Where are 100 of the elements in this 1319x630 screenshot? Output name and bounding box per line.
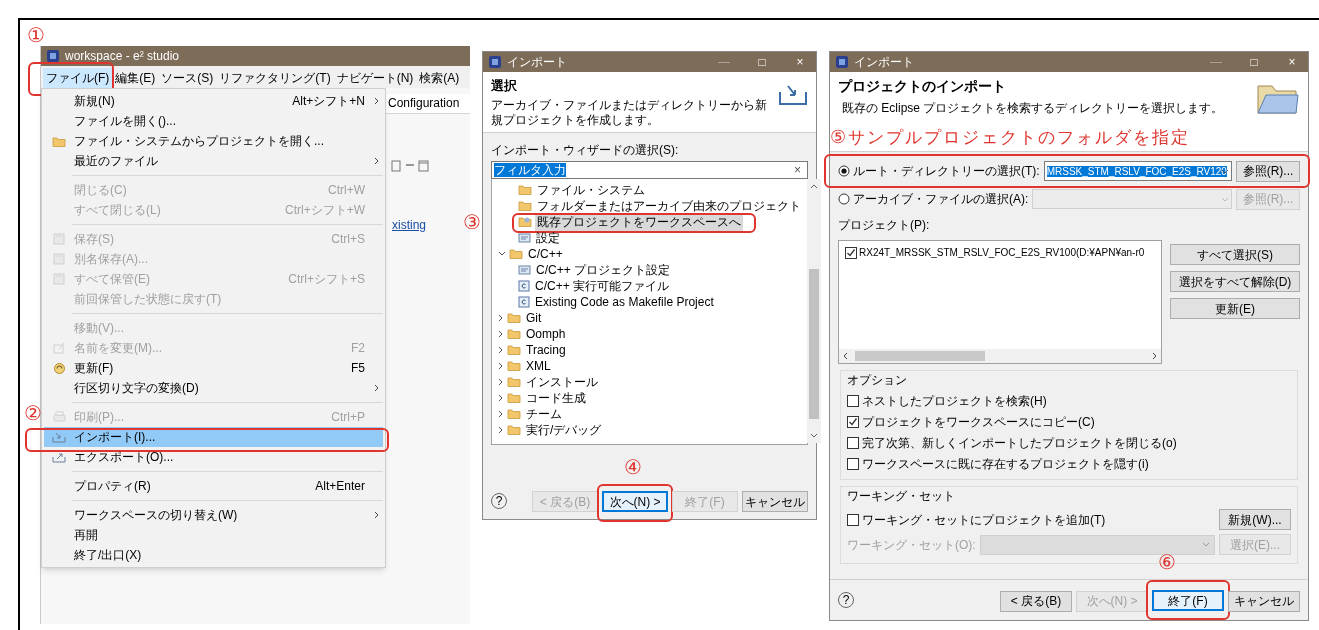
folder-icon [509, 248, 523, 259]
radio-button[interactable]: ルート・ディレクトリーの選択(T): [838, 162, 1040, 180]
tree-item[interactable]: C/C++ プロジェクト設定 [534, 260, 672, 279]
close-button[interactable]: × [1276, 52, 1308, 72]
combo-box[interactable]: MRSSK_STM_RSLV_FOC_E2S_RV120 [1043, 161, 1232, 181]
settings-icon [518, 232, 531, 243]
combo-box[interactable] [979, 534, 1215, 555]
tree-item[interactable]: C/C++ 実行可能ファイル [533, 276, 671, 295]
dialog-heading: 選択 [491, 77, 518, 95]
dialog-button[interactable]: < 戻る(B) [1000, 590, 1072, 612]
menu-bar-item[interactable]: ソース(S) [158, 68, 217, 88]
menu-item[interactable]: 行区切り文字の変換(D) [44, 378, 383, 398]
clear-button[interactable]: × [790, 160, 805, 179]
folder-icon [507, 408, 521, 419]
menu-item[interactable]: 終了/出口(X) [44, 545, 383, 565]
dialog-description: 既存の Eclipse プロジェクトを検索するディレクトリーを選択します。 [841, 100, 1224, 117]
menu-item[interactable]: ワークスペースの切り替え(W) [44, 505, 383, 525]
dialog-button[interactable]: キャンセル [742, 491, 808, 512]
tree-item[interactable]: ファイル・システム [535, 180, 647, 199]
folder-icon [52, 135, 66, 147]
maximize-button[interactable]: □ [1238, 52, 1270, 72]
dialog-description: アーカイブ・ファイルまたはディレクトリーから新規プロジェクトを作成します。 [491, 97, 768, 128]
field-label: ワーキング・セット(O): [847, 536, 976, 554]
shortcut-label: Ctrl+W [328, 182, 366, 199]
folder-icon [518, 200, 532, 211]
c-file-icon [518, 279, 530, 292]
shortcut-label: F5 [351, 360, 366, 377]
dialog-button[interactable]: 終了(F) [1152, 590, 1224, 611]
menu-item[interactable]: 新規(N) Alt+シフト+N [44, 91, 383, 111]
dialog-heading: プロジェクトのインポート [838, 77, 1006, 96]
tree-item[interactable]: XML [524, 356, 553, 375]
project-item[interactable]: RX24T_MRSSK_STM_RSLV_FOC_E2S_RV100(D:¥APN¥an-r0 [845, 245, 1145, 260]
field-label: インポート・ウィザードの選択(S): [491, 141, 679, 159]
tree-item[interactable]: 設定 [534, 228, 562, 247]
app-icon [47, 50, 59, 62]
tree-item[interactable]: Oomph [524, 324, 568, 343]
tree-item[interactable]: チーム [524, 404, 564, 423]
dialog-button[interactable]: キャンセル [1228, 590, 1300, 612]
window-title: インポート [854, 54, 915, 71]
filter-field[interactable]: フィルタ入力 × [491, 160, 808, 179]
app-icon [836, 56, 848, 68]
menu-item[interactable]: エクスポート(O)... [44, 447, 383, 467]
tree-item[interactable]: Existing Code as Makefile Project [533, 292, 716, 311]
shortcut-label: Ctrl+S [331, 231, 366, 248]
group-title: オプション [847, 372, 907, 389]
folder-icon [507, 376, 521, 387]
menu-item[interactable]: ファイル・システムからプロジェクトを開く... [44, 131, 383, 151]
dropdown-caret-icon [1221, 196, 1229, 202]
checkbox-option[interactable]: 完了次第、新しくインポートしたプロジェクトを閉じる(o) [847, 434, 1177, 452]
dropdown-caret-icon [1221, 168, 1229, 174]
checkbox-option[interactable]: ワークスペースに既に存在するプロジェクトを隠す(i) [847, 455, 1149, 473]
tree-item[interactable]: 実行/デバッグ [524, 420, 604, 439]
window-title: workspace - e² studio [65, 48, 181, 65]
tree-item[interactable]: フォルダーまたはアーカイブ由来のプロジェクト [535, 196, 803, 215]
tree-item[interactable]: C/C++ [526, 244, 565, 263]
folder-icon [518, 184, 532, 195]
dialog-button[interactable]: 参照(R)... [1236, 160, 1300, 182]
import-icon [52, 431, 66, 443]
dialog-button[interactable]: 次へ(N) > [602, 490, 668, 512]
menu-bar-item[interactable]: 検索(A) [416, 68, 463, 88]
refresh-icon [52, 361, 66, 375]
folder-icon [507, 344, 521, 355]
dialog-button[interactable]: 更新(E) [1170, 298, 1300, 319]
menu-item[interactable]: 更新(F) F5 [44, 358, 383, 378]
checkbox-option[interactable]: プロジェクトをワークスペースにコピー(C) [847, 413, 1095, 431]
link[interactable]: xisting [386, 216, 426, 234]
checkbox-option[interactable]: ネストしたプロジェクトを検索(H) [847, 392, 1047, 410]
tree-item[interactable]: コード生成 [524, 388, 588, 407]
tree-item[interactable]: インストール [524, 372, 600, 391]
folder-icon [507, 360, 521, 371]
import-tray-icon [778, 84, 808, 106]
shortcut-label: Ctrl+シフト+W [285, 202, 366, 219]
menu-item[interactable]: ファイルを開く()... [44, 111, 383, 131]
project-icon [518, 216, 532, 227]
menu-bar-item[interactable]: リファクタリング(T) [216, 68, 334, 88]
dialog-button[interactable]: すべて選択(S) [1170, 244, 1300, 265]
dropdown-caret-icon [1202, 542, 1210, 547]
tree-item[interactable]: Git [524, 308, 544, 327]
shortcut-label: F2 [351, 340, 366, 357]
menu-bar-item[interactable]: ナビゲート(N) [333, 68, 417, 88]
editor-tab[interactable]: Configuration [386, 94, 470, 114]
step-number: ⑥ [1158, 552, 1176, 572]
menu-item[interactable]: 最近のファイル [44, 151, 383, 171]
dialog-button[interactable]: 選択をすべて解除(D) [1170, 271, 1300, 292]
close-button[interactable]: × [784, 52, 816, 72]
tree-item[interactable]: Tracing [524, 340, 568, 359]
menu-item[interactable]: プロパティ(R) Alt+Enter [44, 476, 383, 496]
step-number: ⑤ [830, 128, 846, 146]
settings-icon [518, 264, 531, 275]
shortcut-label: Alt+シフト+N [292, 93, 366, 110]
menu-bar-item[interactable]: ファイル(F) [43, 68, 113, 88]
menu-bar-item[interactable]: 編集(E) [112, 68, 159, 88]
window-title: インポート [507, 54, 568, 71]
menu-item[interactable]: 再開 [44, 525, 383, 545]
menu-item[interactable]: インポート(I)... [44, 427, 383, 447]
maximize-button[interactable]: □ [746, 52, 778, 72]
step-number: ③ [463, 211, 481, 232]
step-number: ② [24, 403, 42, 423]
folder-icon [507, 392, 521, 403]
step-number: ① [27, 25, 45, 45]
